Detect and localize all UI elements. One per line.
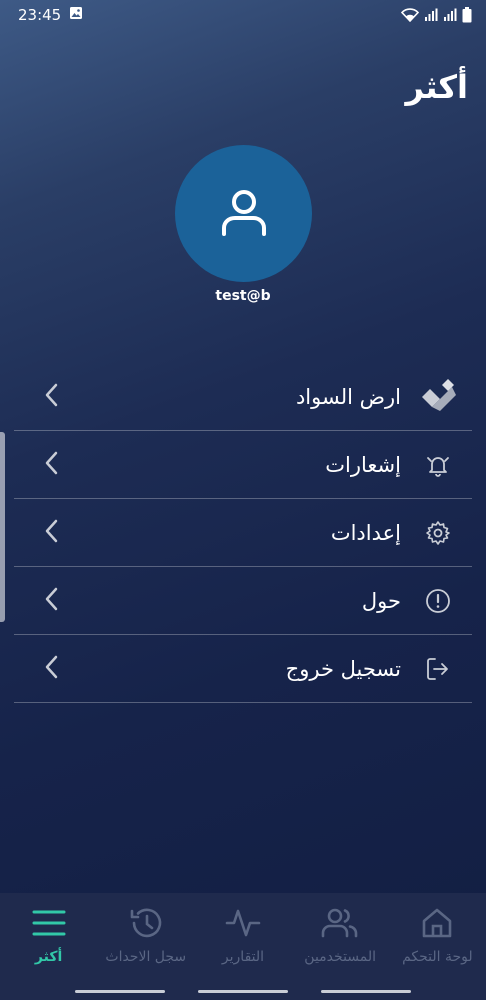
signal-icon	[424, 8, 438, 22]
logout-icon	[424, 655, 452, 683]
gesture-pill[interactable]	[74, 990, 165, 993]
menu-item-logout[interactable]: تسجيل خروج	[14, 635, 472, 703]
nav-item-label: أكثر	[34, 949, 63, 965]
chevron-left-icon	[44, 587, 58, 615]
avatar[interactable]	[175, 145, 312, 282]
user-email: test@b	[215, 288, 271, 304]
nav-item-history[interactable]: سجل الاحداث	[100, 903, 192, 965]
activity-icon	[223, 903, 263, 943]
menu-item-label: إشعارات	[325, 452, 401, 477]
menu-item-settings[interactable]: إعدادات	[14, 499, 472, 567]
status-right	[401, 7, 472, 23]
user-icon	[218, 186, 270, 242]
nav-item-more[interactable]: أكثر	[3, 903, 95, 965]
home-icon	[417, 903, 457, 943]
nav-item-label: لوحة التحكم	[402, 949, 473, 965]
menu-icon	[29, 903, 69, 943]
menu-item-label: تسجيل خروج	[285, 656, 401, 681]
brand-logo-icon	[418, 377, 458, 417]
chevron-left-icon	[44, 519, 58, 547]
menu-item-label: حول	[361, 588, 401, 613]
menu-item-label: ارض السواد	[295, 384, 401, 409]
bell-icon	[424, 451, 452, 479]
menu-item-about[interactable]: حول	[14, 567, 472, 635]
nav-item-label: التقارير	[221, 949, 265, 965]
menu-item-brand[interactable]: ارض السواد	[14, 363, 472, 431]
page-title: أكثر	[405, 68, 468, 106]
chevron-left-icon	[44, 655, 58, 683]
info-icon	[424, 587, 452, 615]
signal-icon-2	[443, 8, 457, 22]
menu-item-label: إعدادات	[330, 520, 401, 545]
gesture-pill[interactable]	[197, 990, 288, 993]
side-panel-handle[interactable]	[0, 432, 5, 622]
users-icon	[320, 903, 360, 943]
status-bar: 23:45	[0, 0, 486, 30]
menu-list: ارض السواد إشعارات إعدادات حول تسجيل خرو…	[14, 363, 472, 703]
status-left: 23:45	[18, 6, 83, 24]
status-time: 23:45	[18, 6, 62, 24]
bottom-nav: لوحة التحكم المستخدمين التقارير سجل الاح…	[0, 893, 486, 983]
chevron-left-icon	[44, 451, 58, 479]
nav-item-users[interactable]: المستخدمين	[294, 903, 386, 965]
system-gesture-bar	[0, 983, 486, 1000]
gear-icon	[424, 519, 452, 547]
gesture-pill[interactable]	[321, 990, 412, 993]
gallery-icon	[69, 6, 83, 24]
chevron-left-icon	[44, 383, 58, 411]
battery-icon	[462, 7, 472, 23]
nav-item-dashboard[interactable]: لوحة التحكم	[391, 903, 483, 965]
nav-item-label: المستخدمين	[304, 949, 377, 965]
nav-item-reports[interactable]: التقارير	[197, 903, 289, 965]
nav-item-label: سجل الاحداث	[105, 949, 187, 965]
history-icon	[126, 903, 166, 943]
wifi-icon	[401, 8, 419, 22]
menu-item-notifications[interactable]: إشعارات	[14, 431, 472, 499]
